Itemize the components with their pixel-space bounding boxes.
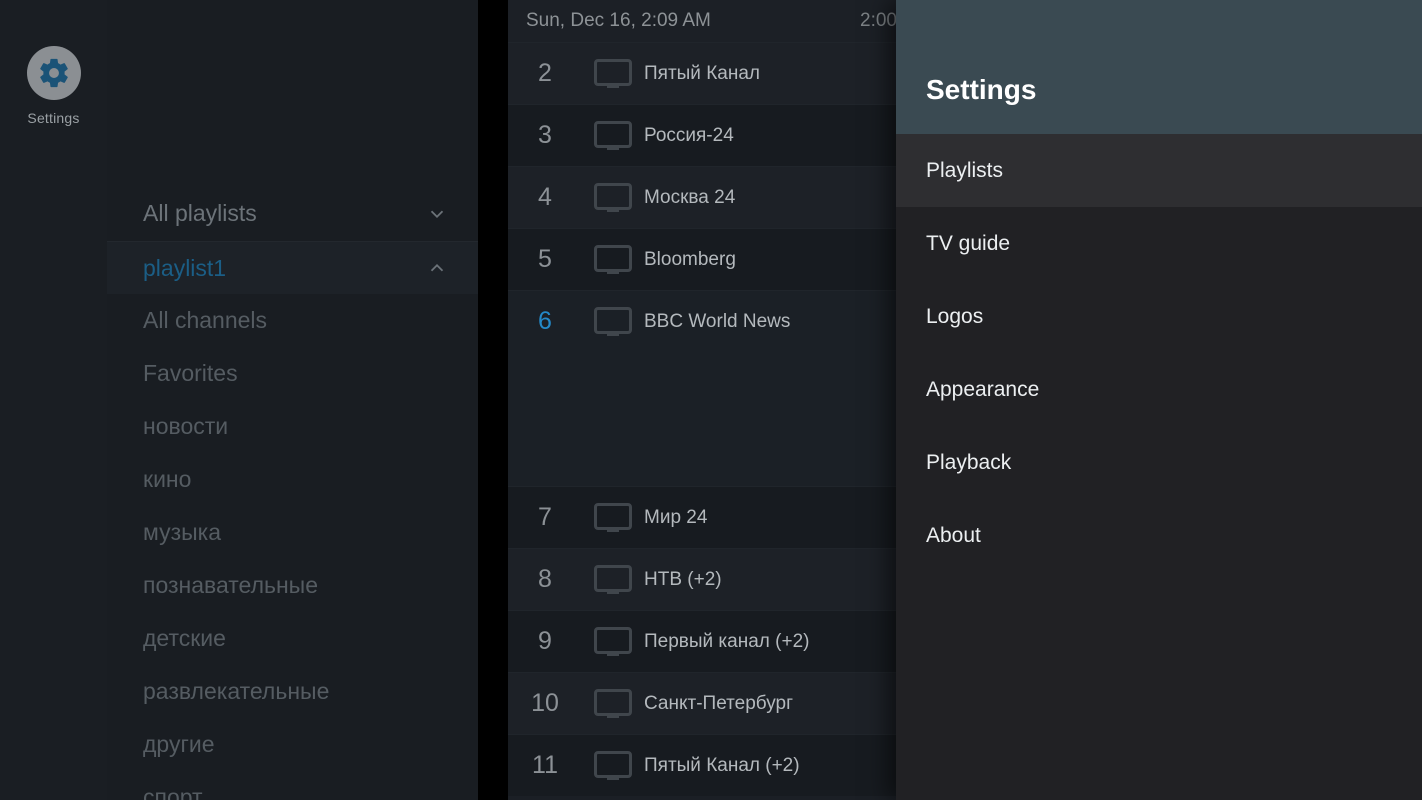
tv-monitor-icon xyxy=(582,673,644,734)
detail-spacer xyxy=(508,352,644,486)
settings-menu-item-label: About xyxy=(926,523,981,547)
iptv-app-screen: Settings All playlists playlist1 All cha… xyxy=(0,0,1422,800)
settings-menu-item-logos[interactable]: Logos xyxy=(896,280,1422,353)
group-item-label: познавательные xyxy=(143,572,319,598)
channel-number: 7 xyxy=(538,503,552,531)
channel-number: 4 xyxy=(538,183,552,211)
group-item-label: развлекательные xyxy=(143,678,330,704)
settings-drawer-header: Settings xyxy=(896,0,1422,134)
settings-menu-item-label: Logos xyxy=(926,304,984,328)
channel-number: 3 xyxy=(538,121,552,149)
groups-column: All playlists playlist1 All channels Favo… xyxy=(107,0,478,800)
group-all-playlists-label: All playlists xyxy=(143,200,257,226)
settings-menu-item-about[interactable]: About xyxy=(896,499,1422,572)
settings-menu-item-label: Playlists xyxy=(926,158,1004,182)
chevron-up-icon[interactable] xyxy=(426,257,448,279)
tv-monitor-icon xyxy=(582,167,644,228)
tv-monitor-icon xyxy=(582,291,644,352)
group-playlist1-label: playlist1 xyxy=(143,254,227,281)
settings-menu-item-playback[interactable]: Playback xyxy=(896,426,1422,499)
settings-launcher-button[interactable]: Settings xyxy=(0,46,107,126)
settings-launcher-label: Settings xyxy=(27,110,80,126)
settings-menu-item-tv-guide[interactable]: TV guide xyxy=(896,207,1422,280)
group-item[interactable]: детские xyxy=(107,612,478,665)
group-item-label: спорт xyxy=(143,784,203,800)
group-item-label: музыка xyxy=(143,519,222,545)
group-item-label: другие xyxy=(143,731,215,757)
settings-menu: Playlists TV guide Logos Appearance Playback… xyxy=(896,134,1422,572)
group-item[interactable]: спорт xyxy=(107,771,478,800)
channel-number: 9 xyxy=(538,627,552,655)
settings-menu-item-label: TV guide xyxy=(926,231,1011,255)
group-playlist1[interactable]: playlist1 xyxy=(107,241,478,294)
group-item[interactable]: развлекательные xyxy=(107,665,478,718)
tv-monitor-icon xyxy=(582,229,644,290)
chevron-down-icon[interactable] xyxy=(426,203,448,225)
group-item[interactable]: новости xyxy=(107,400,478,453)
group-item-label: All channels xyxy=(143,307,268,333)
group-item[interactable]: Favorites xyxy=(107,347,478,400)
group-sub-items: All channels Favorites новости кино музыка по… xyxy=(107,294,478,800)
channel-number: 10 xyxy=(531,689,559,717)
group-item-label: Favorites xyxy=(143,360,238,386)
group-item-label: кино xyxy=(143,466,192,492)
group-item-label: новости xyxy=(143,413,229,439)
group-all-playlists[interactable]: All playlists xyxy=(107,186,478,241)
group-item[interactable]: кино xyxy=(107,453,478,506)
group-item[interactable]: другие xyxy=(107,718,478,771)
settings-drawer: Settings Playlists TV guide Logos Appearanc… xyxy=(896,0,1422,800)
channel-number: 8 xyxy=(538,565,552,593)
tv-monitor-icon xyxy=(582,487,644,548)
channel-number: 6 xyxy=(538,307,552,335)
group-item[interactable]: познавательные xyxy=(107,559,478,612)
channel-number: 2 xyxy=(538,59,552,87)
left-rail: Settings xyxy=(0,0,107,800)
groups-list: All playlists playlist1 All channels Favo… xyxy=(107,186,478,800)
tv-monitor-icon xyxy=(582,549,644,610)
channel-number: 5 xyxy=(538,245,552,273)
settings-title: Settings xyxy=(926,74,1037,105)
epg-current-date: Sun, Dec 16, 2:09 AM xyxy=(526,10,711,31)
tv-monitor-icon xyxy=(582,105,644,166)
group-item[interactable]: музыка xyxy=(107,506,478,559)
settings-menu-item-playlists[interactable]: Playlists xyxy=(896,134,1422,207)
group-item-label: детские xyxy=(143,625,226,651)
tv-monitor-icon xyxy=(582,43,644,104)
settings-menu-item-label: Playback xyxy=(926,450,1012,474)
tv-monitor-icon xyxy=(582,735,644,796)
channel-number: 11 xyxy=(532,751,558,779)
gear-icon xyxy=(26,46,81,100)
settings-menu-item-appearance[interactable]: Appearance xyxy=(896,353,1422,426)
group-item[interactable]: All channels xyxy=(107,294,478,347)
tv-monitor-icon xyxy=(582,611,644,672)
settings-menu-item-label: Appearance xyxy=(926,377,1040,401)
